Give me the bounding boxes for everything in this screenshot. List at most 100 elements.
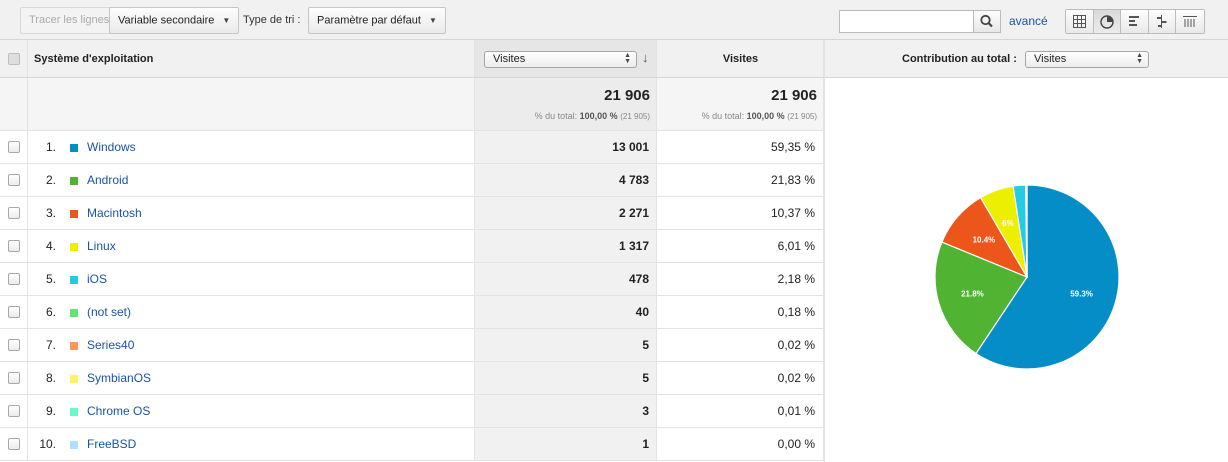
sort-type-value: Paramètre par défaut — [317, 14, 421, 27]
visits-share: 2,18 % — [777, 272, 815, 286]
visits-value: 1 317 — [618, 239, 649, 253]
visits-value: 478 — [628, 272, 649, 286]
contribution-metric-value: Visites — [1034, 53, 1067, 65]
select-arrows-icon: ▲ ▼ — [624, 52, 631, 65]
row-checkbox[interactable] — [8, 273, 20, 285]
pivot-view-icon — [1182, 16, 1197, 27]
table-row: 2. Android 4 783 21,83 % — [0, 164, 824, 197]
metric-select[interactable]: Visites ▲ ▼ — [484, 51, 637, 68]
chevron-down-icon: ▼ — [428, 16, 437, 25]
comparison-view-button[interactable] — [1148, 10, 1176, 33]
visits-value: 1 — [642, 437, 649, 451]
dimension-link[interactable]: (not set) — [87, 296, 131, 329]
row-checkbox[interactable] — [8, 438, 20, 450]
chevron-down-icon: ▼ — [222, 16, 231, 25]
dimension-header[interactable]: Système d'exploitation — [34, 40, 153, 78]
dimension-link[interactable]: Macintosh — [87, 197, 142, 230]
total-visits-value: 21 906 — [604, 87, 650, 104]
table-row: 9. Chrome OS 3 0,01 % — [0, 395, 824, 428]
sort-type-dropdown[interactable]: Paramètre par défaut ▼ — [308, 7, 446, 34]
table-search-input[interactable] — [839, 10, 974, 33]
table-row: 1. Windows 13 001 59,35 % — [0, 131, 824, 164]
legend-swatch — [70, 375, 78, 383]
contribution-metric-select[interactable]: Visites ▲ ▼ — [1025, 51, 1149, 68]
performance-view-button[interactable] — [1121, 10, 1149, 33]
visits-share: 10,37 % — [770, 206, 815, 220]
pct-absolute: (21 905) — [620, 112, 650, 121]
visits-share: 0,02 % — [777, 338, 815, 352]
pct-value: 100,00 % — [746, 111, 785, 121]
dimension-link[interactable]: Windows — [87, 131, 136, 164]
table-header-row: Système d'exploitation Visites ▲ ▼ ↓ Visi… — [0, 40, 824, 78]
table-view-button[interactable] — [1066, 10, 1094, 33]
visits-share: 0,02 % — [777, 371, 815, 385]
search-icon — [980, 14, 993, 28]
visits-share: 0,00 % — [777, 437, 815, 451]
row-checkbox[interactable] — [8, 306, 20, 318]
row-index: 5. — [45, 272, 56, 286]
table-view-icon — [1072, 15, 1086, 28]
row-index: 3. — [45, 206, 56, 220]
select-arrows-icon: ▲ ▼ — [1136, 52, 1143, 65]
visits-value: 13 001 — [612, 140, 649, 154]
dimension-link[interactable]: Series40 — [87, 329, 134, 362]
dimension-link[interactable]: Android — [87, 164, 128, 197]
dimension-link[interactable]: Linux — [87, 230, 116, 263]
pct-label: % du total: — [701, 111, 745, 121]
row-checkbox[interactable] — [8, 207, 20, 219]
search-button[interactable] — [973, 10, 1001, 33]
secondary-dimension-label: Variable secondaire — [118, 14, 215, 27]
legend-swatch — [70, 441, 78, 449]
performance-view-icon — [1128, 16, 1139, 26]
plot-rows-button[interactable]: Tracer les lignes — [20, 7, 119, 34]
pie-slice-label: 21.8% — [961, 290, 984, 299]
total-visits-percent-2: % du total: 100,00 % (21 905) — [702, 111, 817, 121]
pie-slice-label: 6% — [1002, 219, 1014, 228]
row-index: 1. — [45, 140, 56, 154]
total-visits-value-2: 21 906 — [771, 87, 817, 104]
dimension-link[interactable]: Chrome OS — [87, 395, 150, 428]
visits-value: 5 — [642, 338, 649, 352]
visits-value: 2 271 — [618, 206, 649, 220]
view-switcher — [1065, 9, 1205, 34]
row-checkbox[interactable] — [8, 174, 20, 186]
advanced-filter-link[interactable]: avancé — [1009, 10, 1048, 33]
legend-swatch — [70, 144, 78, 152]
visits-share: 21,83 % — [770, 173, 815, 187]
secondary-dimension-dropdown[interactable]: Variable secondaire ▼ — [109, 7, 240, 34]
table-row: 4. Linux 1 317 6,01 % — [0, 230, 824, 263]
table-body: 1. Windows 13 001 59,35 % 2. Android 4 783 21,8… — [0, 131, 824, 461]
row-checkbox[interactable] — [8, 141, 20, 153]
row-index: 10. — [39, 437, 56, 451]
row-index: 8. — [45, 371, 56, 385]
metric2-header[interactable]: Visites — [657, 40, 824, 78]
row-checkbox[interactable] — [8, 405, 20, 417]
visits-share: 59,35 % — [770, 140, 815, 154]
row-checkbox[interactable] — [8, 339, 20, 351]
pivot-view-button[interactable] — [1176, 10, 1204, 33]
legend-swatch — [70, 309, 78, 317]
table-row: 8. SymbianOS 5 0,02 % — [0, 362, 824, 395]
row-index: 9. — [45, 404, 56, 418]
dimension-link[interactable]: SymbianOS — [87, 362, 151, 395]
row-index: 2. — [45, 173, 56, 187]
pie-view-icon — [1100, 14, 1114, 29]
sort-descending-icon[interactable]: ↓ — [642, 50, 649, 65]
visits-share: 0,01 % — [777, 404, 815, 418]
dimension-link[interactable]: FreeBSD — [87, 428, 136, 461]
row-checkbox[interactable] — [8, 372, 20, 384]
select-all-checkbox[interactable] — [8, 52, 20, 65]
legend-swatch — [70, 276, 78, 284]
contribution-label: Contribution au total : — [902, 53, 1017, 65]
legend-swatch — [70, 408, 78, 416]
table-row: 3. Macintosh 2 271 10,37 % — [0, 197, 824, 230]
visits-share: 0,18 % — [777, 305, 815, 319]
dimension-link[interactable]: iOS — [87, 263, 107, 296]
pie-view-button[interactable] — [1093, 10, 1121, 33]
visits-value: 40 — [635, 305, 649, 319]
comparison-view-icon — [1157, 15, 1167, 28]
legend-swatch — [70, 177, 78, 185]
sort-type-label: Type de tri : — [243, 14, 301, 26]
row-checkbox[interactable] — [8, 240, 20, 252]
pct-absolute: (21 905) — [787, 112, 817, 121]
